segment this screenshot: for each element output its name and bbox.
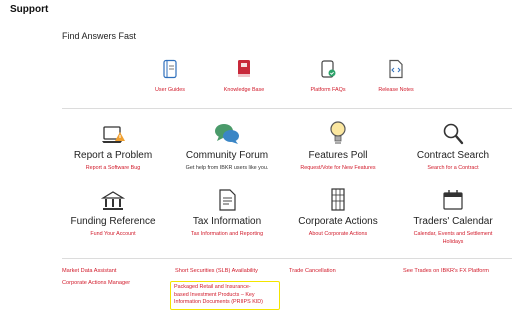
tax-document-icon xyxy=(172,186,282,212)
card-title: Traders' Calendar xyxy=(413,216,493,227)
divider xyxy=(62,258,512,259)
chat-bubbles-icon xyxy=(172,120,282,146)
card-funding-reference[interactable]: Funding Reference Fund Your Account xyxy=(58,186,168,238)
magnifier-icon xyxy=(398,120,508,146)
card-features-poll[interactable]: Features Poll Request/Vote for New Featu… xyxy=(283,120,393,172)
quick-link-release-notes[interactable]: Release Notes xyxy=(356,58,436,93)
card-link[interactable]: Fund Your Account xyxy=(58,230,168,238)
card-link[interactable]: Report a Software Bug xyxy=(58,164,168,172)
link-market-data-assistant[interactable]: Market Data Assistant xyxy=(62,268,116,274)
link-priips-kid[interactable]: Packaged Retail and Insurance- based Inv… xyxy=(170,281,280,310)
card-link[interactable]: Search for a Contract xyxy=(398,164,508,172)
card-contract-search[interactable]: Contract Search Search for a Contract xyxy=(398,120,508,172)
priips-line[interactable]: Information Documents (PRIIPS KID) xyxy=(174,299,276,307)
card-tax-information[interactable]: Tax Information Tax Information and Repo… xyxy=(172,186,282,238)
card-link[interactable]: Request/Vote for New Features xyxy=(283,164,393,172)
card-link[interactable]: About Corporate Actions xyxy=(283,230,393,238)
card-title: Funding Reference xyxy=(70,216,156,227)
card-report-problem[interactable]: Report a Problem Report a Software Bug xyxy=(58,120,168,172)
quick-link-label[interactable]: User Guides xyxy=(130,87,210,93)
section-title: Find Answers Fast xyxy=(62,31,137,41)
laptop-warning-icon xyxy=(58,120,168,146)
bank-card-icon xyxy=(58,186,168,212)
card-corporate-actions[interactable]: Corporate Actions About Corporate Action… xyxy=(283,186,393,238)
quick-link-label[interactable]: Knowledge Base xyxy=(204,87,284,93)
building-icon xyxy=(283,186,393,212)
link-short-securities[interactable]: Short Securities (SLB) Availability xyxy=(175,268,258,274)
knowledge-book-icon xyxy=(204,58,284,80)
card-title: Features Poll xyxy=(308,150,368,161)
card-title: Tax Information xyxy=(192,216,262,227)
quick-link-knowledge-base[interactable]: Knowledge Base xyxy=(204,58,284,93)
card-title: Corporate Actions xyxy=(298,216,378,227)
calendar-icon xyxy=(398,186,508,212)
link-corporate-actions-manager[interactable]: Corporate Actions Manager xyxy=(62,280,130,286)
card-traders-calendar[interactable]: Traders' Calendar Calendar, Events and S… xyxy=(398,186,508,246)
card-title: Community Forum xyxy=(185,150,269,161)
card-title: Report a Problem xyxy=(73,150,153,161)
divider xyxy=(62,108,512,109)
code-document-icon xyxy=(356,58,436,80)
quick-link-user-guides[interactable]: User Guides xyxy=(130,58,210,93)
lightbulb-icon xyxy=(283,120,393,146)
card-subtext: Get help from IBKR users like you. xyxy=(185,165,269,171)
link-trade-cancellation[interactable]: Trade Cancellation xyxy=(289,268,336,274)
page-title: Support xyxy=(10,4,49,15)
card-community-forum[interactable]: Community Forum Get help from IBKR users… xyxy=(172,120,282,172)
priips-line[interactable]: based Investment Products – Key xyxy=(174,292,276,300)
card-link[interactable]: Tax Information and Reporting xyxy=(172,230,282,238)
book-icon xyxy=(130,58,210,80)
link-see-trades-fx[interactable]: See Trades on IBKR's FX Platform xyxy=(403,268,489,274)
card-title: Contract Search xyxy=(416,150,490,161)
priips-line[interactable]: Packaged Retail and Insurance- xyxy=(174,284,276,292)
quick-link-label[interactable]: Release Notes xyxy=(356,87,436,93)
card-link[interactable]: Calendar, Events and Settlement Holidays xyxy=(412,230,494,246)
